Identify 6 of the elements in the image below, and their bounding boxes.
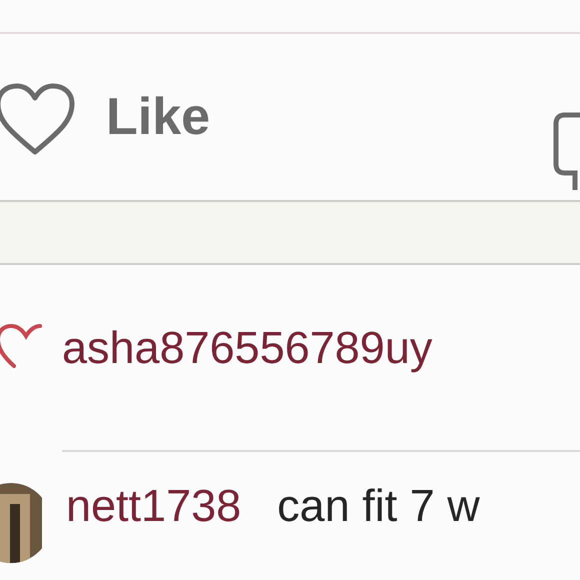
username-link[interactable]: nett1738 xyxy=(66,472,242,540)
heart-icon[interactable] xyxy=(0,82,76,156)
comment-icon[interactable] xyxy=(553,112,580,192)
like-button[interactable]: Like xyxy=(106,91,210,143)
username-link[interactable]: asha876556789uy xyxy=(62,314,432,382)
comment-text: can fit 7 w xyxy=(277,479,480,534)
